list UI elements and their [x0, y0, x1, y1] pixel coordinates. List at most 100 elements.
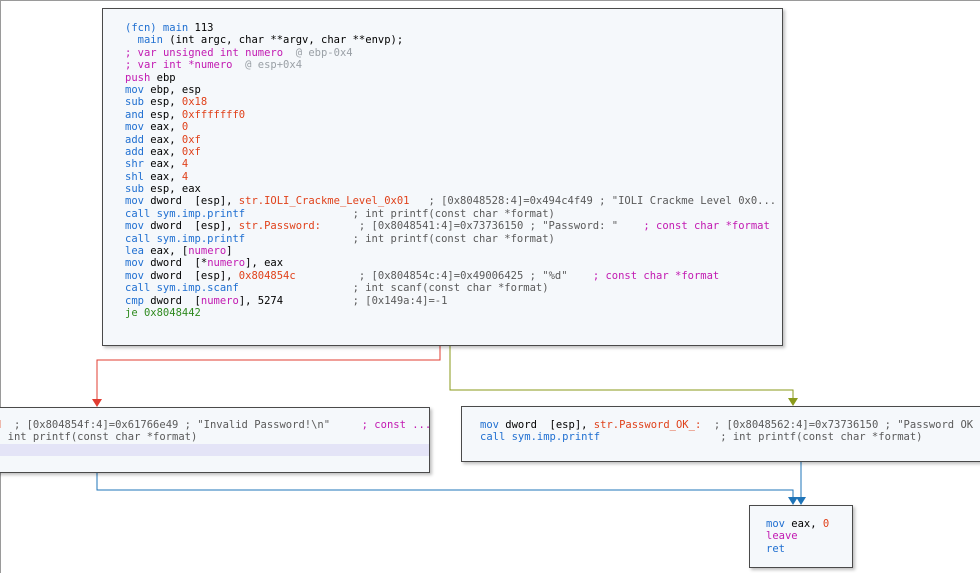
asm-line[interactable]: main (int argc, char **argv, char **envp… [125, 34, 782, 46]
asm-line[interactable]: mov eax, 0 [125, 121, 782, 133]
asm-token: esp, eax [143, 183, 201, 196]
asm-token: (int argc, char **argv, char **envp); [162, 34, 404, 47]
asm-token: 113 [188, 22, 214, 34]
asm-token: esp, [143, 108, 182, 121]
asm-line[interactable]: sub esp, 0x18 [125, 96, 782, 108]
asm-token: 0x804854c [238, 269, 296, 282]
asm-token: str.Password: [238, 220, 321, 233]
asm-token: add [125, 145, 144, 158]
asm-line[interactable]: add eax, 0xf [125, 146, 782, 158]
asm-line[interactable]: (fcn) main 113 [125, 22, 782, 34]
asm-token: ; int printf(const char *format) [600, 431, 923, 444]
asm-token: call sym.imp.printf [125, 232, 246, 245]
asm-token: ; [0x8048562:4]=0x73736150 ; "Password O… [713, 419, 980, 431]
asm-line[interactable]: je 0x8048442 [125, 307, 782, 319]
asm-token: push [125, 71, 151, 84]
asm-token: ; const char *format [643, 220, 770, 233]
asm-token: ; [0x804854f:4]=0x61766e49 ; "Invalid Pa… [1, 419, 362, 431]
asm-line[interactable]: shr eax, 4 [125, 158, 782, 170]
asm-line[interactable]: mov dword [esp], str.Password_OK_: ; [0x… [480, 419, 980, 431]
asm-token: mov [125, 257, 144, 270]
asm-token: add [125, 133, 144, 146]
asm-token: dword [* [143, 257, 208, 270]
asm-line[interactable]: ret [766, 543, 852, 555]
asm-token: 4 [181, 158, 189, 171]
asm-line[interactable]: push ebp [125, 72, 782, 84]
edge-fail-to-exit-arrow [788, 497, 798, 505]
main-block-node[interactable]: (fcn) main 113 main (int argc, char **ar… [102, 8, 783, 346]
asm-line[interactable]: mov dword [esp], 0x804854c ; [0x804854c:… [125, 270, 782, 282]
asm-line[interactable]: call sym.imp.scanf ; int scanf(const cha… [125, 282, 782, 294]
asm-token: ; [0x149a:4]=-1 [283, 294, 448, 307]
asm-token: ; var [125, 59, 163, 72]
asm-token: numero [200, 294, 239, 307]
asm-token: ], eax [245, 257, 284, 270]
asm-token: str.Password_OK_: [593, 419, 702, 431]
edge-main-to-fail [96, 346, 441, 400]
asm-token: ebp [150, 71, 176, 84]
asm-token: main [137, 34, 163, 47]
asm-line[interactable]: call sym.imp.printf ; int printf(const c… [125, 233, 782, 245]
asm-token: mov [125, 269, 144, 282]
asm-token: ; int scanf(const char *format) [238, 282, 549, 295]
asm-token: cmp [125, 294, 144, 307]
edge-main-to-fail-arrow [92, 399, 102, 407]
asm-line[interactable]: d ; [0x804854f:4]=0x61766e49 ; "Invalid … [0, 419, 429, 431]
asm-token: 4 [181, 170, 189, 183]
edge-main-to-ok [449, 346, 794, 399]
asm-line[interactable]: call sym.imp.printf ; int printf(const c… [125, 208, 782, 220]
asm-line[interactable]: ; var int *numero @ esp+0x4 [125, 59, 782, 71]
asm-line[interactable]: add eax, 0xf [125, 134, 782, 146]
asm-token: unsigned int numero [162, 46, 284, 59]
asm-line[interactable]: lea eax, [numero] [125, 245, 782, 257]
asm-token: eax, [ [143, 245, 189, 258]
asm-token: mov [125, 220, 144, 233]
asm-token: dword [esp], [498, 419, 594, 431]
asm-token: (fcn) main [125, 22, 189, 34]
exit-block-node[interactable]: mov eax, 0 leave ret [749, 505, 853, 568]
asm-token: @ ebp-0x4 [283, 46, 353, 59]
asm-token: mov [125, 195, 144, 208]
asm-token: numero [207, 257, 246, 270]
asm-line[interactable]: mov dword [esp], str.Password: ; [0x8048… [125, 220, 782, 232]
asm-token: eax, [143, 121, 182, 134]
asm-token: eax, [143, 158, 182, 171]
asm-token: shr [125, 158, 144, 171]
asm-line[interactable]: cmp dword [numero], 5274 ; [0x149a:4]=-1 [125, 295, 782, 307]
asm-line[interactable]: shl eax, 4 [125, 171, 782, 183]
asm-line[interactable]: call sym.imp.printf ; int printf(const c… [480, 431, 980, 443]
asm-token: ; const ... [361, 419, 430, 431]
asm-line[interactable]: mov eax, 0 [766, 518, 852, 530]
asm-token: ebp, esp [143, 83, 201, 96]
asm-line[interactable]: int printf(const char *format) [0, 431, 429, 443]
password-ok-block-node[interactable]: mov dword [esp], str.Password_OK_: ; [0x… [461, 406, 980, 462]
asm-token: int *numero [162, 59, 233, 72]
asm-line[interactable]: and esp, 0xfffffff0 [125, 109, 782, 121]
asm-token: call sym.imp.printf [480, 431, 601, 444]
asm-token: eax, [143, 170, 182, 183]
asm-token: numero [188, 245, 227, 258]
asm-token: call sym.imp.printf [125, 207, 246, 220]
asm-token: eax, [143, 133, 182, 146]
asm-token: ; [0x804854c:4]=0x49006425 ; "%d" [295, 269, 593, 282]
asm-token: shl [125, 170, 144, 183]
asm-token: ; var [125, 46, 163, 59]
asm-token: je 0x8048442 [125, 306, 201, 319]
invalid-password-block-node[interactable]: d ; [0x804854f:4]=0x61766e49 ; "Invalid … [0, 407, 430, 473]
asm-line[interactable]: mov dword [*numero], eax [125, 257, 782, 269]
asm-line[interactable]: mov ebp, esp [125, 84, 782, 96]
asm-line[interactable] [0, 443, 429, 457]
asm-token: ; [0x8048528:4]=0x494c4f49 ; "IOLI Crack… [409, 195, 777, 208]
asm-token: dword [esp], [143, 269, 239, 282]
asm-line[interactable]: sub esp, eax [125, 183, 782, 195]
asm-line[interactable]: leave [766, 530, 852, 542]
asm-line[interactable]: ; var unsigned int numero @ ebp-0x4 [125, 47, 782, 59]
asm-token: eax, [143, 145, 182, 158]
asm-token: ] [226, 245, 233, 258]
asm-token: str.IOLI_Crackme_Level_0x01 [238, 195, 410, 208]
asm-line[interactable]: mov dword [esp], str.IOLI_Crackme_Level_… [125, 195, 782, 207]
asm-token: 0 [822, 518, 830, 530]
asm-token: ], 5274 [238, 294, 284, 307]
asm-token: mov [766, 518, 785, 530]
asm-token: ; [0x8048541:4]=0x73736150 ; "Password: … [320, 220, 644, 233]
